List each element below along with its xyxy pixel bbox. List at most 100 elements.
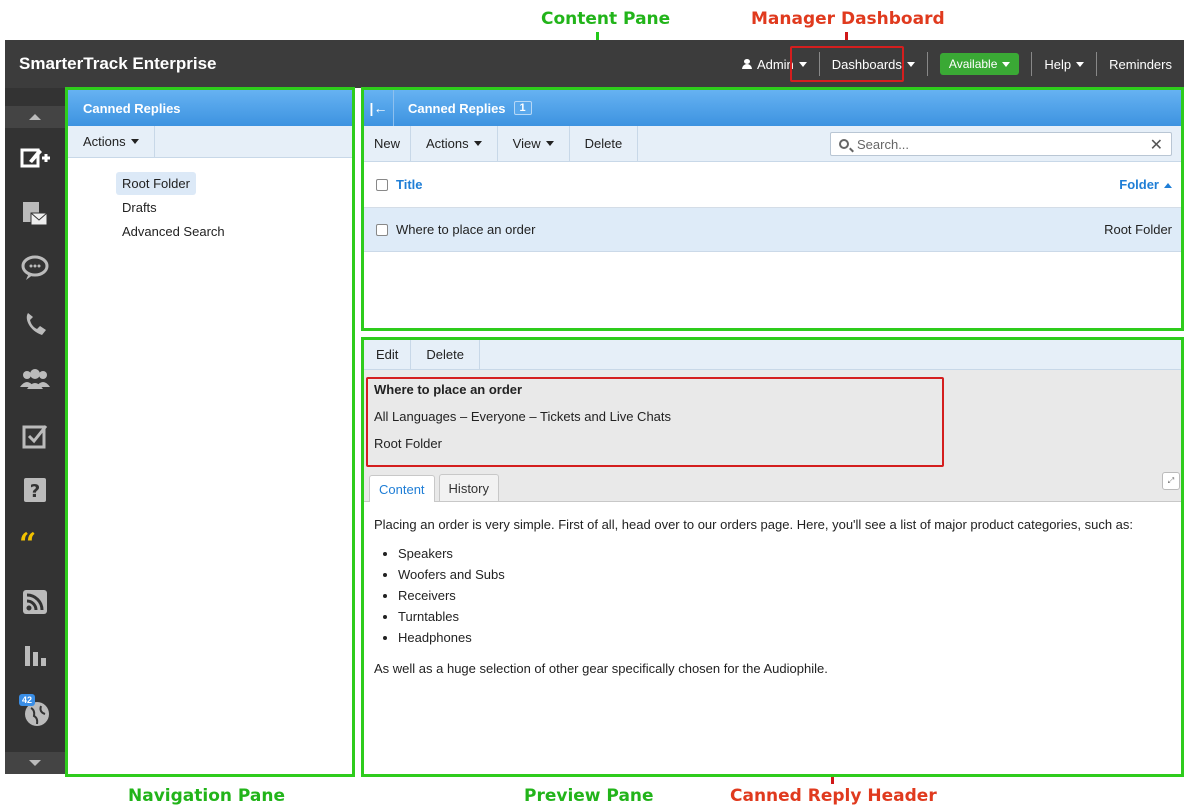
row-checkbox[interactable] <box>376 223 388 236</box>
user-icon <box>741 59 752 69</box>
folder-column-label: Folder <box>1119 177 1159 192</box>
edit-button[interactable]: Edit <box>364 340 412 369</box>
list-item: Speakers <box>398 543 1174 564</box>
arrow-down-icon <box>29 760 41 766</box>
tab-content[interactable]: Content <box>369 475 435 502</box>
content-pane-header: |← Canned Replies 1 <box>364 90 1184 126</box>
new-item-icon[interactable] <box>5 138 65 178</box>
whos-on-icon[interactable]: 42 <box>5 692 65 732</box>
admin-label: Admin <box>756 56 794 72</box>
search-box[interactable]: Search... ✕ <box>830 132 1172 156</box>
caret-down-icon <box>1002 62 1011 68</box>
tasks-icon[interactable] <box>5 416 65 456</box>
table-row[interactable]: Where to place an order Root Folder <box>364 208 1184 252</box>
nav-actions-label: Actions <box>83 134 126 149</box>
reply-folder: Root Folder <box>374 436 442 451</box>
preview-toolbar: Edit Delete <box>364 340 1184 370</box>
navigation-pane-callout: Navigation Pane <box>128 786 286 806</box>
reminders-link[interactable]: Reminders <box>1097 40 1184 88</box>
reply-meta: All Languages – Everyone – Tickets and L… <box>374 409 672 424</box>
rail-scroll-down-button[interactable] <box>5 752 65 774</box>
product-list: Speakers Woofers and Subs Receivers Turn… <box>398 543 1174 648</box>
help-label: Help <box>1044 56 1072 72</box>
actions-label: Actions <box>426 136 469 151</box>
users-icon[interactable] <box>5 360 65 400</box>
svg-text:“: “ <box>19 530 36 558</box>
view-label: View <box>512 136 541 151</box>
caret-down-icon <box>798 61 807 67</box>
help-menu[interactable]: Help <box>1032 40 1096 88</box>
preview-tabs: Content History ⤢ <box>364 466 1184 502</box>
body-outro: As well as a huge selection of other gea… <box>374 661 828 676</box>
status-menu[interactable]: Available <box>928 40 1031 88</box>
clear-search-icon[interactable]: ✕ <box>1150 135 1163 155</box>
folder-item-root[interactable]: Root Folder <box>116 172 196 195</box>
body-intro: Placing an order is very simple. First o… <box>374 517 1134 532</box>
preview-pane: Edit Delete Where to place an order All … <box>364 340 1184 774</box>
navigation-toolbar: Actions <box>68 126 352 158</box>
tickets-icon[interactable] <box>5 194 65 234</box>
search-icon <box>839 139 849 149</box>
caret-down-icon <box>130 139 139 144</box>
count-badge: 1 <box>513 101 532 115</box>
collapse-pane-button[interactable]: |← <box>364 90 394 126</box>
row-title: Where to place an order <box>396 222 536 237</box>
grid-header: Title Folder <box>364 162 1184 208</box>
dashboards-label: Dashboards <box>831 56 902 72</box>
row-folder: Root Folder <box>1104 222 1172 237</box>
reports-icon[interactable] <box>5 636 65 676</box>
actions-button[interactable]: Actions <box>411 126 498 161</box>
navigation-pane-header: Canned Replies <box>68 90 352 126</box>
rail-scroll-up-button[interactable] <box>5 106 65 128</box>
list-item: Turntables <box>398 606 1174 627</box>
list-item: Receivers <box>398 585 1174 606</box>
nav-actions-button[interactable]: Actions <box>68 126 155 157</box>
top-bar: SmarterTrack Enterprise Admin Dashboards… <box>5 40 1184 88</box>
caret-down-icon <box>473 141 482 146</box>
canned-reply-header: Where to place an order All Languages – … <box>364 370 1184 466</box>
available-status-button[interactable]: Available <box>939 53 1020 75</box>
live-chat-icon[interactable] <box>5 248 65 288</box>
caret-down-icon <box>545 141 554 146</box>
sort-ascending-icon <box>1164 183 1172 189</box>
select-all-checkbox[interactable] <box>376 178 388 191</box>
svg-text:?: ? <box>30 481 40 502</box>
admin-menu[interactable]: Admin <box>730 40 819 88</box>
folder-item-drafts[interactable]: Drafts <box>116 196 163 219</box>
preview-pane-callout: Preview Pane <box>524 786 654 806</box>
knowledge-base-icon[interactable]: ? <box>5 470 65 510</box>
content-pane: |← Canned Replies 1 New Actions View Del… <box>364 90 1184 328</box>
delete-button[interactable]: Delete <box>570 126 639 161</box>
column-title-header[interactable]: Title <box>396 177 423 192</box>
canned-reply-header-callout: Canned Reply Header <box>730 786 937 806</box>
navigation-pane: Canned Replies Actions Root Folder Draft… <box>68 90 352 774</box>
reply-title: Where to place an order <box>374 382 523 397</box>
icon-rail: ? “„ 42 <box>5 88 65 774</box>
new-button[interactable]: New <box>364 126 412 161</box>
calls-icon[interactable] <box>5 304 65 344</box>
search-input[interactable]: Search... <box>857 137 909 152</box>
caret-down-icon <box>906 61 915 67</box>
collapse-left-icon: |← <box>369 100 388 116</box>
brand-title: SmarterTrack Enterprise <box>19 54 217 73</box>
arrow-up-icon <box>29 114 41 120</box>
status-label: Available <box>948 57 998 71</box>
folder-tree: Root Folder Drafts Advanced Search <box>68 158 352 243</box>
dashboards-menu[interactable]: Dashboards <box>820 40 927 88</box>
svg-text:„: „ <box>35 537 52 558</box>
manager-dashboard-callout: Manager Dashboard <box>751 9 945 29</box>
folder-item-advanced-search[interactable]: Advanced Search <box>116 220 231 243</box>
canned-replies-icon[interactable]: “„ <box>5 524 65 564</box>
reply-body: Placing an order is very simple. First o… <box>364 502 1184 679</box>
tab-history[interactable]: History <box>438 474 499 501</box>
caret-down-icon <box>1076 61 1085 67</box>
list-item: Woofers and Subs <box>398 564 1174 585</box>
expand-icon[interactable]: ⤢ <box>1162 472 1180 490</box>
preview-delete-button[interactable]: Delete <box>411 340 480 369</box>
view-button[interactable]: View <box>498 126 570 161</box>
content-pane-callout: Content Pane <box>541 9 671 29</box>
whos-on-badge: 42 <box>19 694 36 706</box>
rss-icon[interactable] <box>5 582 65 622</box>
column-folder-header[interactable]: Folder <box>1119 177 1172 192</box>
top-nav: Admin Dashboards Available Help Reminder… <box>730 40 1184 88</box>
